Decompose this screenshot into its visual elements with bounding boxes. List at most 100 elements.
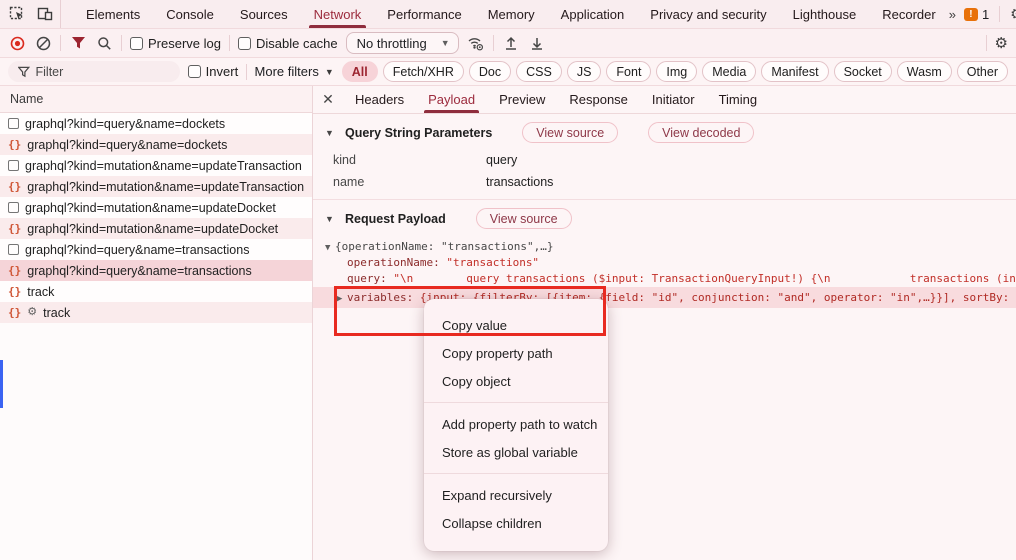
tab-recorder[interactable]: Recorder [869, 0, 948, 28]
document-icon [8, 118, 19, 129]
view-source-button[interactable]: View source [476, 208, 572, 229]
tab-preview[interactable]: Preview [487, 86, 557, 113]
throttling-select[interactable]: No throttling ▼ [346, 32, 459, 54]
export-har-download-icon[interactable] [528, 34, 546, 52]
request-list-panel: Name graphql?kind=query&name=dockets {} … [0, 86, 313, 560]
invert-checkbox[interactable]: Invert [188, 64, 239, 79]
json-root-preview: {operationName: "transactions",…} [335, 240, 554, 253]
request-row[interactable]: {} graphql?kind=mutation&name=updateTran… [0, 176, 312, 197]
request-row[interactable]: {} graphql?kind=mutation&name=updateDock… [0, 218, 312, 239]
divider [999, 6, 1000, 22]
more-filters-dropdown[interactable]: More filters ▼ [255, 64, 334, 79]
param-row: kind query [313, 149, 1016, 171]
param-value: query [486, 153, 517, 167]
payload-json-tree: ▼{operationName: "transactions",…} opera… [313, 239, 1016, 308]
json-property-row[interactable]: operationName: "transactions" [313, 255, 1016, 271]
request-row[interactable]: graphql?kind=mutation&name=updateTransac… [0, 155, 312, 176]
request-row[interactable]: {} track [0, 281, 312, 302]
chip-socket[interactable]: Socket [834, 61, 892, 82]
query-string-section-header[interactable]: ▼ Query String Parameters View source Vi… [313, 114, 1016, 149]
view-decoded-button[interactable]: View decoded [648, 122, 754, 143]
request-payload-section-header[interactable]: ▼ Request Payload View source [313, 200, 1016, 235]
filter-input[interactable] [36, 65, 170, 79]
tab-elements[interactable]: Elements [73, 0, 153, 28]
chip-fetch-xhr[interactable]: Fetch/XHR [383, 61, 464, 82]
request-row[interactable]: graphql?kind=mutation&name=updateDocket [0, 197, 312, 218]
issues-badge-icon: ! [964, 8, 978, 21]
chip-manifest[interactable]: Manifest [761, 61, 828, 82]
network-conditions-icon[interactable] [467, 34, 485, 52]
chip-js[interactable]: JS [567, 61, 602, 82]
type-filter-chips: All Fetch/XHR Doc CSS JS Font Img Media … [342, 61, 1008, 82]
disable-cache-checkbox-input[interactable] [238, 37, 251, 50]
inspect-element-icon[interactable] [8, 5, 26, 23]
json-key: operationName: [347, 256, 446, 269]
request-row-selected[interactable]: {} graphql?kind=query&name=transactions [0, 260, 312, 281]
chip-font[interactable]: Font [606, 61, 651, 82]
network-settings-gear-icon[interactable]: ⚙ [995, 36, 1008, 51]
filter-funnel-icon[interactable] [69, 34, 87, 52]
tab-network[interactable]: Network [301, 0, 375, 28]
invert-checkbox-input[interactable] [188, 65, 201, 78]
divider [493, 35, 494, 51]
chip-img[interactable]: Img [656, 61, 697, 82]
chip-all[interactable]: All [342, 61, 378, 82]
search-icon[interactable] [95, 34, 113, 52]
request-row[interactable]: graphql?kind=query&name=dockets [0, 113, 312, 134]
chip-doc[interactable]: Doc [469, 61, 511, 82]
request-label: graphql?kind=query&name=dockets [25, 117, 225, 131]
menu-item-add-property-path-to-watch[interactable]: Add property path to watch [424, 410, 608, 438]
more-filters-label: More filters [255, 64, 319, 79]
tab-response[interactable]: Response [557, 86, 640, 113]
tab-sources[interactable]: Sources [227, 0, 301, 28]
tab-memory[interactable]: Memory [475, 0, 548, 28]
preserve-log-checkbox[interactable]: Preserve log [130, 36, 221, 51]
view-source-button[interactable]: View source [522, 122, 618, 143]
settings-gear-icon[interactable]: ⚙ [1010, 7, 1016, 22]
menu-item-collapse-children[interactable]: Collapse children [424, 509, 608, 537]
tab-application[interactable]: Application [548, 0, 638, 28]
menu-item-copy-object[interactable]: Copy object [424, 367, 608, 395]
tab-performance[interactable]: Performance [374, 0, 474, 28]
tab-payload[interactable]: Payload [416, 86, 487, 113]
preserve-log-checkbox-input[interactable] [130, 37, 143, 50]
menu-item-copy-property-path[interactable]: Copy property path [424, 339, 608, 367]
request-row[interactable]: {} ⚙ track [0, 302, 312, 323]
disable-cache-checkbox[interactable]: Disable cache [238, 36, 338, 51]
json-property-row[interactable]: query: "\n query transactions ($input: T… [313, 271, 1016, 287]
import-har-upload-icon[interactable] [502, 34, 520, 52]
tab-timing[interactable]: Timing [707, 86, 770, 113]
close-detail-icon[interactable]: ✕ [313, 86, 343, 113]
request-row[interactable]: {} graphql?kind=query&name=dockets [0, 134, 312, 155]
record-network-log-icon[interactable] [8, 34, 26, 52]
filter-field[interactable] [8, 61, 180, 82]
menu-item-store-as-global-variable[interactable]: Store as global variable [424, 438, 608, 466]
tab-console[interactable]: Console [153, 0, 227, 28]
chip-css[interactable]: CSS [516, 61, 562, 82]
clear-network-log-icon[interactable] [34, 34, 52, 52]
triangle-down-icon: ▼ [325, 214, 335, 224]
json-key: query: [347, 272, 393, 285]
request-list: graphql?kind=query&name=dockets {} graph… [0, 113, 312, 323]
request-list-header[interactable]: Name [0, 86, 312, 113]
chip-other[interactable]: Other [957, 61, 1008, 82]
request-payload-title: Request Payload [345, 212, 446, 226]
gear-icon: ⚙ [27, 307, 37, 318]
tab-privacy-security[interactable]: Privacy and security [637, 0, 779, 28]
json-string-value: "\n query transactions ($input: Transact… [393, 272, 1016, 285]
chip-media[interactable]: Media [702, 61, 756, 82]
device-toolbar-icon[interactable] [36, 5, 54, 23]
tab-lighthouse[interactable]: Lighthouse [780, 0, 870, 28]
menu-item-expand-recursively[interactable]: Expand recursively [424, 481, 608, 509]
request-row[interactable]: graphql?kind=query&name=transactions [0, 239, 312, 260]
issues-counter[interactable]: ! 1 [964, 7, 989, 22]
tab-initiator[interactable]: Initiator [640, 86, 707, 113]
context-menu: Copy value Copy property path Copy objec… [424, 299, 608, 551]
json-variables-row-selected[interactable]: ▶variables: {input: {filterBy: [{item: {… [313, 287, 1016, 308]
menu-item-copy-value[interactable]: Copy value [424, 311, 608, 339]
chip-wasm[interactable]: Wasm [897, 61, 952, 82]
json-root-row[interactable]: ▼{operationName: "transactions",…} [313, 239, 1016, 255]
divider [121, 35, 122, 51]
tab-headers[interactable]: Headers [343, 86, 416, 113]
more-panels-icon[interactable]: » [949, 7, 954, 22]
